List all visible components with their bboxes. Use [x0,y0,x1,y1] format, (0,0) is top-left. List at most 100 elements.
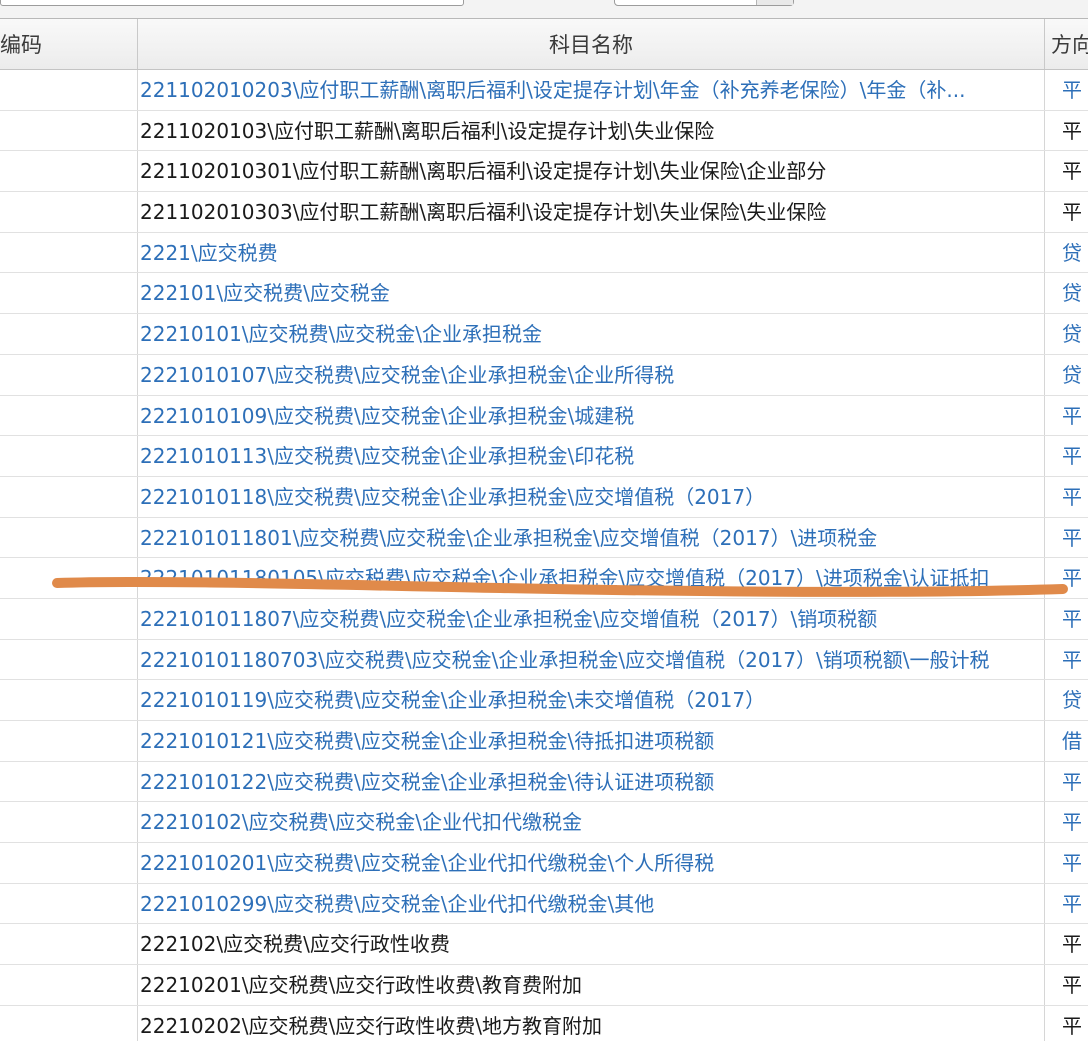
code-cell[interactable] [0,477,136,517]
code-cell[interactable] [0,151,136,191]
table-row[interactable]: 2221010201\应交税费\应交税金\企业代扣代缴税金\个人所得税平 [0,843,1088,884]
account-name-cell[interactable]: 2221010113\应交税费\应交税金\企业承担税金\印花税 [137,436,1040,476]
direction-cell[interactable]: 贷 [1044,354,1088,395]
code-cell[interactable] [0,192,136,232]
table-row[interactable]: 22210101180703\应交税费\应交税金\企业承担税金\应交增值税（20… [0,639,1088,681]
table-row[interactable]: 221102010303\应付职工薪酬\离职后福利\设定提存计划\失业保险\失业… [0,192,1088,233]
direction-cell[interactable]: 贷 [1044,232,1088,273]
column-header-code[interactable]: 编码 [0,19,136,69]
direction-cell[interactable]: 平 [1044,517,1088,558]
table-row[interactable]: 2221010109\应交税费\应交税金\企业承担税金\城建税平 [0,395,1088,437]
direction-cell[interactable]: 平 [1044,476,1088,517]
direction-cell[interactable]: 贷 [1044,273,1088,314]
table-row[interactable]: 2221010107\应交税费\应交税金\企业承担税金\企业所得税贷 [0,354,1088,396]
direction-cell[interactable]: 平 [1044,761,1088,802]
account-name-cell[interactable]: 221102010203\应付职工薪酬\离职后福利\设定提存计划\年金（补充养老… [137,70,1040,110]
direction-cell[interactable]: 平 [1044,1005,1088,1041]
code-cell[interactable] [0,640,136,680]
column-header-name[interactable]: 科目名称 [137,19,1044,69]
account-name-cell[interactable]: 22210201\应交税费\应交行政性收费\教育费附加 [137,965,1040,1005]
account-name-cell[interactable]: 2221010201\应交税费\应交税金\企业代扣代缴税金\个人所得税 [137,843,1040,883]
table-row[interactable]: 221102010301\应付职工薪酬\离职后福利\设定提存计划\失业保险\企业… [0,151,1088,193]
table-row[interactable]: 2221010118\应交税费\应交税金\企业承担税金\应交增值税（2017）平 [0,476,1088,518]
direction-cell[interactable]: 贷 [1044,314,1088,354]
table-row[interactable]: 222101011801\应交税费\应交税金\企业承担税金\应交增值税（2017… [0,517,1088,559]
filter-combo[interactable] [614,0,794,6]
table-row[interactable]: 22210202\应交税费\应交行政性收费\地方教育附加平 [0,1005,1088,1041]
table-row[interactable]: 22210101\应交税费\应交税金\企业承担税金贷 [0,314,1088,355]
account-name-cell[interactable]: 2221010118\应交税费\应交税金\企业承担税金\应交增值税（2017） [137,476,1040,517]
account-name-cell[interactable]: 2221\应交税费 [137,232,1040,273]
table-row[interactable]: 22210201\应交税费\应交行政性收费\教育费附加平 [0,965,1088,1006]
code-cell[interactable] [0,436,136,476]
code-cell[interactable] [0,1006,136,1041]
account-name-cell[interactable]: 222101011801\应交税费\应交税金\企业承担税金\应交增值税（2017… [137,517,1040,558]
account-name-cell[interactable]: 2221010299\应交税费\应交税金\企业代扣代缴税金\其他 [137,883,1040,924]
account-name-cell[interactable]: 222101011807\应交税费\应交税金\企业承担税金\应交增值税（2017… [137,598,1040,639]
table-row[interactable]: 2221010121\应交税费\应交税金\企业承担税金\待抵扣进项税额借 [0,721,1088,762]
account-name-cell[interactable]: 222102\应交税费\应交行政性收费 [137,924,1040,965]
account-name-cell[interactable]: 22210101180105\应交税费\应交税金\企业承担税金\应交增值税（20… [137,558,1040,598]
column-header-direction[interactable]: 方向 [1044,19,1088,69]
account-name-cell[interactable]: 22210102\应交税费\应交税金\企业代扣代缴税金 [137,802,1040,843]
code-cell[interactable] [0,233,136,273]
code-cell[interactable] [0,355,136,395]
direction-cell[interactable]: 平 [1044,639,1088,680]
account-name-cell[interactable]: 22210202\应交税费\应交行政性收费\地方教育附加 [137,1005,1040,1041]
account-name-cell[interactable]: 22210101\应交税费\应交税金\企业承担税金 [137,314,1040,354]
account-name-cell[interactable]: 2221010107\应交税费\应交税金\企业承担税金\企业所得税 [137,354,1040,395]
code-cell[interactable] [0,721,136,761]
direction-cell[interactable]: 平 [1044,598,1088,639]
code-cell[interactable] [0,111,136,151]
code-cell[interactable] [0,843,136,883]
account-name-cell[interactable]: 22210101180703\应交税费\应交税金\企业承担税金\应交增值税（20… [137,639,1040,680]
direction-cell[interactable]: 平 [1044,436,1088,476]
table-row[interactable]: 2211020103\应付职工薪酬\离职后福利\设定提存计划\失业保险平 [0,110,1088,152]
code-cell[interactable] [0,599,136,639]
code-cell[interactable] [0,762,136,802]
code-cell[interactable] [0,314,136,354]
direction-cell[interactable]: 平 [1044,883,1088,924]
table-row[interactable]: 222102\应交税费\应交行政性收费平 [0,924,1088,966]
direction-cell[interactable]: 平 [1044,558,1088,598]
table-row[interactable]: 2221010113\应交税费\应交税金\企业承担税金\印花税平 [0,436,1088,477]
table-row[interactable]: 2221010119\应交税费\应交税金\企业承担税金\未交增值税（2017）贷 [0,680,1088,721]
account-name-cell[interactable]: 221102010301\应付职工薪酬\离职后福利\设定提存计划\失业保险\企业… [137,151,1040,192]
direction-cell[interactable]: 平 [1044,802,1088,843]
direction-cell[interactable]: 平 [1044,395,1088,436]
code-cell[interactable] [0,273,136,313]
code-cell[interactable] [0,802,136,842]
table-row[interactable]: 22210102\应交税费\应交税金\企业代扣代缴税金平 [0,802,1088,844]
code-cell[interactable] [0,518,136,558]
code-cell[interactable] [0,884,136,924]
direction-cell[interactable]: 平 [1044,924,1088,965]
account-name-cell[interactable]: 2221010109\应交税费\应交税金\企业承担税金\城建税 [137,395,1040,436]
direction-cell[interactable]: 平 [1044,192,1088,232]
table-row[interactable]: 22210101180105\应交税费\应交税金\企业承担税金\应交增值税（20… [0,558,1088,599]
table-row[interactable]: 2221\应交税费贷 [0,232,1088,274]
table-row[interactable]: 2221010299\应交税费\应交税金\企业代扣代缴税金\其他平 [0,883,1088,925]
direction-cell[interactable]: 平 [1044,70,1088,110]
code-cell[interactable] [0,396,136,436]
table-row[interactable]: 222101\应交税费\应交税金贷 [0,273,1088,315]
account-name-cell[interactable]: 221102010303\应付职工薪酬\离职后福利\设定提存计划\失业保险\失业… [137,192,1040,232]
account-name-cell[interactable]: 222101\应交税费\应交税金 [137,273,1040,314]
code-cell[interactable] [0,965,136,1005]
account-name-cell[interactable]: 2221010121\应交税费\应交税金\企业承担税金\待抵扣进项税额 [137,721,1040,761]
direction-cell[interactable]: 平 [1044,110,1088,151]
table-row[interactable]: 221102010203\应付职工薪酬\离职后福利\设定提存计划\年金（补充养老… [0,70,1088,111]
code-cell[interactable] [0,70,136,110]
dropdown-button[interactable] [756,0,793,5]
code-cell[interactable] [0,924,136,964]
table-row[interactable]: 2221010122\应交税费\应交税金\企业承担税金\待认证进项税额平 [0,761,1088,803]
code-cell[interactable] [0,558,136,598]
direction-cell[interactable]: 平 [1044,151,1088,192]
direction-cell[interactable]: 贷 [1044,680,1088,720]
filter-input[interactable] [0,0,464,6]
account-name-cell[interactable]: 2221010122\应交税费\应交税金\企业承担税金\待认证进项税额 [137,761,1040,802]
code-cell[interactable] [0,680,136,720]
table-row[interactable]: 222101011807\应交税费\应交税金\企业承担税金\应交增值税（2017… [0,598,1088,640]
direction-cell[interactable]: 平 [1044,965,1088,1005]
direction-cell[interactable]: 平 [1044,843,1088,883]
account-name-cell[interactable]: 2221010119\应交税费\应交税金\企业承担税金\未交增值税（2017） [137,680,1040,720]
